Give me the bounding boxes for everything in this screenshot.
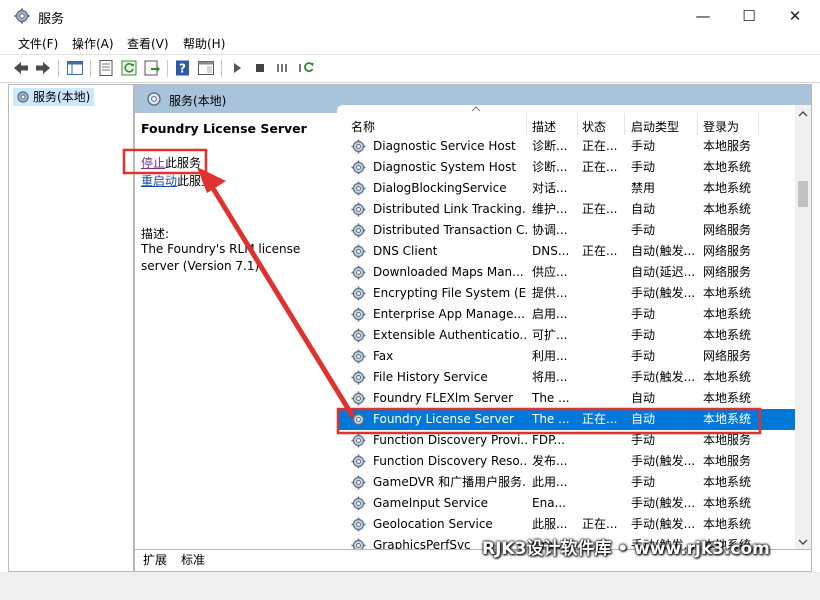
annotation-arrow-line <box>211 187 355 418</box>
annotation-arrow-head <box>197 167 226 193</box>
watermark-text: RJK3设计软件库 • www.rjk3.com <box>482 539 770 559</box>
annotation-overlay <box>122 148 762 435</box>
annotation-highlight-selected-row <box>336 407 762 435</box>
annotation-highlight-stop-link <box>122 148 208 175</box>
